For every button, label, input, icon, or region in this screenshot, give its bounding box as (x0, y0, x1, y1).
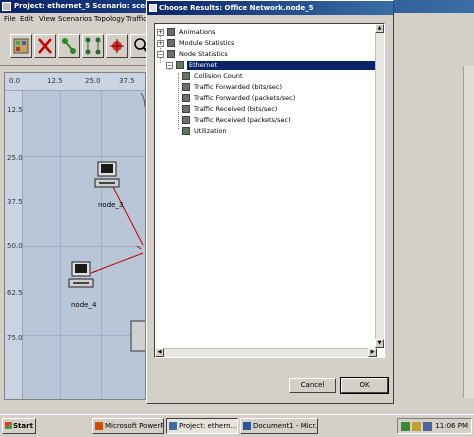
recover-node-button[interactable] (106, 34, 128, 58)
tree-item-label: Traffic Received (bits/sec) (194, 105, 278, 113)
scroll-left-icon[interactable]: ◀ (155, 348, 164, 357)
word-document-icon (243, 422, 251, 430)
windows-logo-icon (5, 422, 12, 429)
start-button[interactable]: Start (2, 418, 36, 434)
collapse-icon[interactable]: − (166, 62, 173, 69)
dialog-title-bar[interactable]: Choose Results: Office Network.node_5 (147, 1, 393, 15)
choose-results-dialog: Choose Results: Office Network.node_5 + … (146, 0, 394, 404)
taskbar-item-project[interactable]: Project: ethern... (166, 418, 238, 434)
taskbar: Start Microsoft PowerP... Project: ether… (0, 414, 474, 437)
tree-item-traffic-forwarded-bits[interactable]: Traffic Forwarded (bits/sec) (155, 83, 375, 92)
checkbox-icon[interactable] (167, 50, 175, 58)
checkbox-icon[interactable] (182, 83, 190, 91)
dialog-icon (149, 4, 157, 12)
expand-icon[interactable]: + (157, 29, 164, 36)
tray-network-icon[interactable] (401, 422, 410, 431)
node-4-label: node_4 (71, 301, 97, 309)
partial-node-device[interactable] (130, 320, 146, 352)
tree-item-traffic-received-bits[interactable]: Traffic Received (bits/sec) (155, 105, 375, 114)
node-3-computer-icon[interactable] (93, 161, 121, 191)
tree-item-label: Traffic Received (packets/sec) (194, 116, 291, 124)
recover-link-icon (62, 38, 76, 54)
palette-icon (13, 38, 29, 54)
powerpoint-icon (95, 422, 103, 430)
checkbox-icon[interactable] (167, 39, 175, 47)
scroll-up-icon[interactable]: ▲ (375, 24, 384, 33)
taskbar-item-label: Document1 - Micr... (253, 422, 318, 430)
scroll-right-icon[interactable]: ▶ (368, 348, 377, 357)
main-window-right-area (394, 13, 474, 403)
start-label: Start (13, 422, 33, 430)
tree-item-label: Ethernet (187, 61, 377, 70)
tray-volume-icon[interactable] (412, 422, 421, 431)
menu-traffic[interactable]: Traffic (126, 15, 147, 23)
tree-item-traffic-forwarded-packets[interactable]: Traffic Forwarded (packets/sec) (155, 94, 375, 103)
link-node4[interactable] (90, 252, 144, 274)
recover-link-button[interactable] (58, 34, 80, 58)
tree-item-collision-count[interactable]: Collision Count (155, 72, 375, 81)
tree-item-label: Node Statistics (179, 50, 228, 58)
app-icon (2, 2, 11, 11)
checkbox-icon[interactable] (182, 127, 190, 135)
dialog-title: Choose Results: Office Network.node_5 (159, 4, 314, 12)
checkbox-icon[interactable] (167, 28, 175, 36)
taskbar-item-powerpoint[interactable]: Microsoft PowerP... (92, 418, 164, 434)
tree-item-label: Utilization (194, 127, 227, 135)
clock[interactable]: 11:06 PM (435, 422, 468, 430)
scroll-down-icon[interactable]: ▼ (375, 339, 384, 348)
workspace-vertical-scrollbar[interactable] (463, 66, 474, 398)
tree-item-utilization[interactable]: Utilization (155, 127, 375, 136)
system-tray: 11:06 PM (397, 418, 472, 434)
checkbox-icon[interactable] (182, 94, 190, 102)
project-workspace[interactable]: 0.0 12.5 25.0 37.5 12.5 25.0 37.5 50.0 6… (4, 72, 146, 400)
tree-item-node-statistics[interactable]: − Node Statistics (155, 50, 375, 59)
node-4-computer-icon[interactable] (67, 261, 95, 291)
tree-horizontal-scrollbar[interactable]: ◀ ▶ (155, 348, 377, 357)
checkbox-icon[interactable] (176, 61, 184, 69)
tree-item-ethernet[interactable]: − Ethernet (155, 61, 377, 70)
tree-item-animations[interactable]: + Animations (155, 28, 375, 37)
tree-item-label: Animations (179, 28, 216, 36)
tray-app-icon[interactable] (423, 422, 432, 431)
recover-node-icon (110, 39, 124, 53)
palette-button[interactable] (10, 34, 32, 58)
project-icon (169, 422, 177, 430)
checkbox-icon[interactable] (182, 72, 190, 80)
menu-edit[interactable]: Edit (20, 15, 34, 23)
cancel-button[interactable]: Cancel (289, 378, 336, 393)
ok-button[interactable]: OK (340, 377, 389, 394)
tree-item-label: Traffic Forwarded (bits/sec) (194, 83, 283, 91)
menu-scenarios[interactable]: Scenarios (58, 15, 92, 23)
collapse-icon[interactable]: − (157, 51, 164, 58)
node-partial-outline (140, 92, 145, 108)
menu-topology[interactable]: Topology (94, 15, 125, 23)
fail-node-button[interactable] (82, 34, 104, 58)
taskbar-item-label: Microsoft PowerP... (105, 422, 164, 430)
tree-item-label: Module Statistics (179, 39, 235, 47)
taskbar-item-label: Project: ethern... (179, 422, 238, 430)
checkbox-icon[interactable] (182, 105, 190, 113)
fail-link-button[interactable] (34, 34, 56, 58)
main-window-title: Project: ethernet_5 Scenario: scenario (14, 2, 166, 10)
tree-item-label: Traffic Forwarded (packets/sec) (194, 94, 296, 102)
node-3-label: node_3 (98, 201, 124, 209)
tree-item-label: Collision Count (194, 72, 243, 80)
fail-link-icon (38, 38, 52, 54)
tree-item-module-statistics[interactable]: + Module Statistics (155, 39, 375, 48)
expand-icon[interactable]: + (157, 40, 164, 47)
results-tree[interactable]: + Animations + Module Statistics − Node … (154, 23, 385, 358)
fail-node-icon (85, 37, 101, 55)
network-links (90, 92, 146, 352)
checkbox-icon[interactable] (182, 116, 190, 124)
link-node3[interactable] (110, 182, 144, 246)
tree-vertical-scrollbar[interactable]: ▲ ▼ (375, 24, 384, 348)
menu-file[interactable]: File (4, 15, 16, 23)
tree-item-traffic-received-packets[interactable]: Traffic Received (packets/sec) (155, 116, 375, 125)
menu-view[interactable]: View (39, 15, 56, 23)
taskbar-item-document[interactable]: Document1 - Micr... (240, 418, 318, 434)
